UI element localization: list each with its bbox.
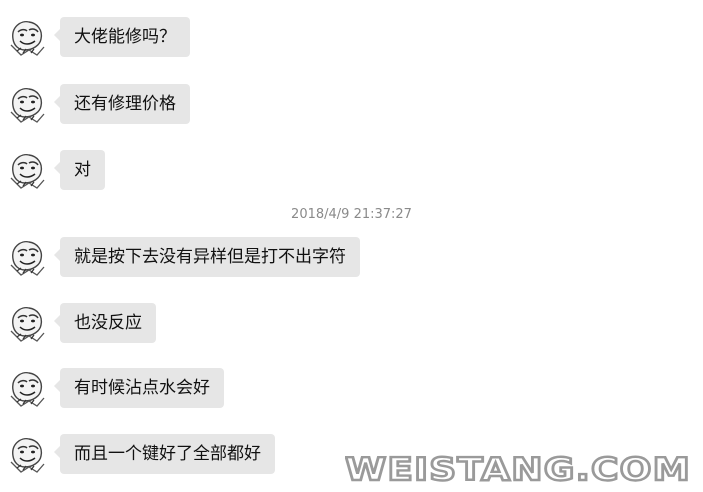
- message-bubble[interactable]: 还有修理价格: [54, 84, 190, 124]
- avatar[interactable]: [7, 84, 47, 124]
- message-bubble[interactable]: 对: [54, 150, 105, 190]
- avatar[interactable]: [7, 303, 47, 343]
- avatar[interactable]: [7, 368, 47, 408]
- avatar[interactable]: [7, 434, 47, 474]
- message-row: 还有修理价格: [0, 84, 703, 134]
- message-row: 就是按下去没有异样但是打不出字符: [0, 237, 703, 287]
- watermark-text: WEISTANG.COM: [345, 454, 691, 484]
- watermark: WEISTANG.COM: [345, 454, 691, 484]
- avatar[interactable]: [7, 17, 47, 57]
- message-bubble[interactable]: 而且一个键好了全部都好: [54, 434, 275, 474]
- message-row: 大佬能修吗？: [0, 17, 703, 67]
- message-bubble[interactable]: 也没反应: [54, 303, 156, 343]
- message-row: 也没反应: [0, 303, 703, 353]
- message-bubble[interactable]: 有时候沾点水会好: [54, 368, 224, 408]
- message-bubble[interactable]: 就是按下去没有异样但是打不出字符: [54, 237, 360, 277]
- message-timestamp: 2018/4/9 21:37:27: [291, 207, 412, 222]
- avatar[interactable]: [7, 150, 47, 190]
- message-row: 对: [0, 150, 703, 200]
- message-bubble[interactable]: 大佬能修吗？: [54, 17, 190, 57]
- message-row: 有时候沾点水会好: [0, 368, 703, 418]
- avatar[interactable]: [7, 237, 47, 277]
